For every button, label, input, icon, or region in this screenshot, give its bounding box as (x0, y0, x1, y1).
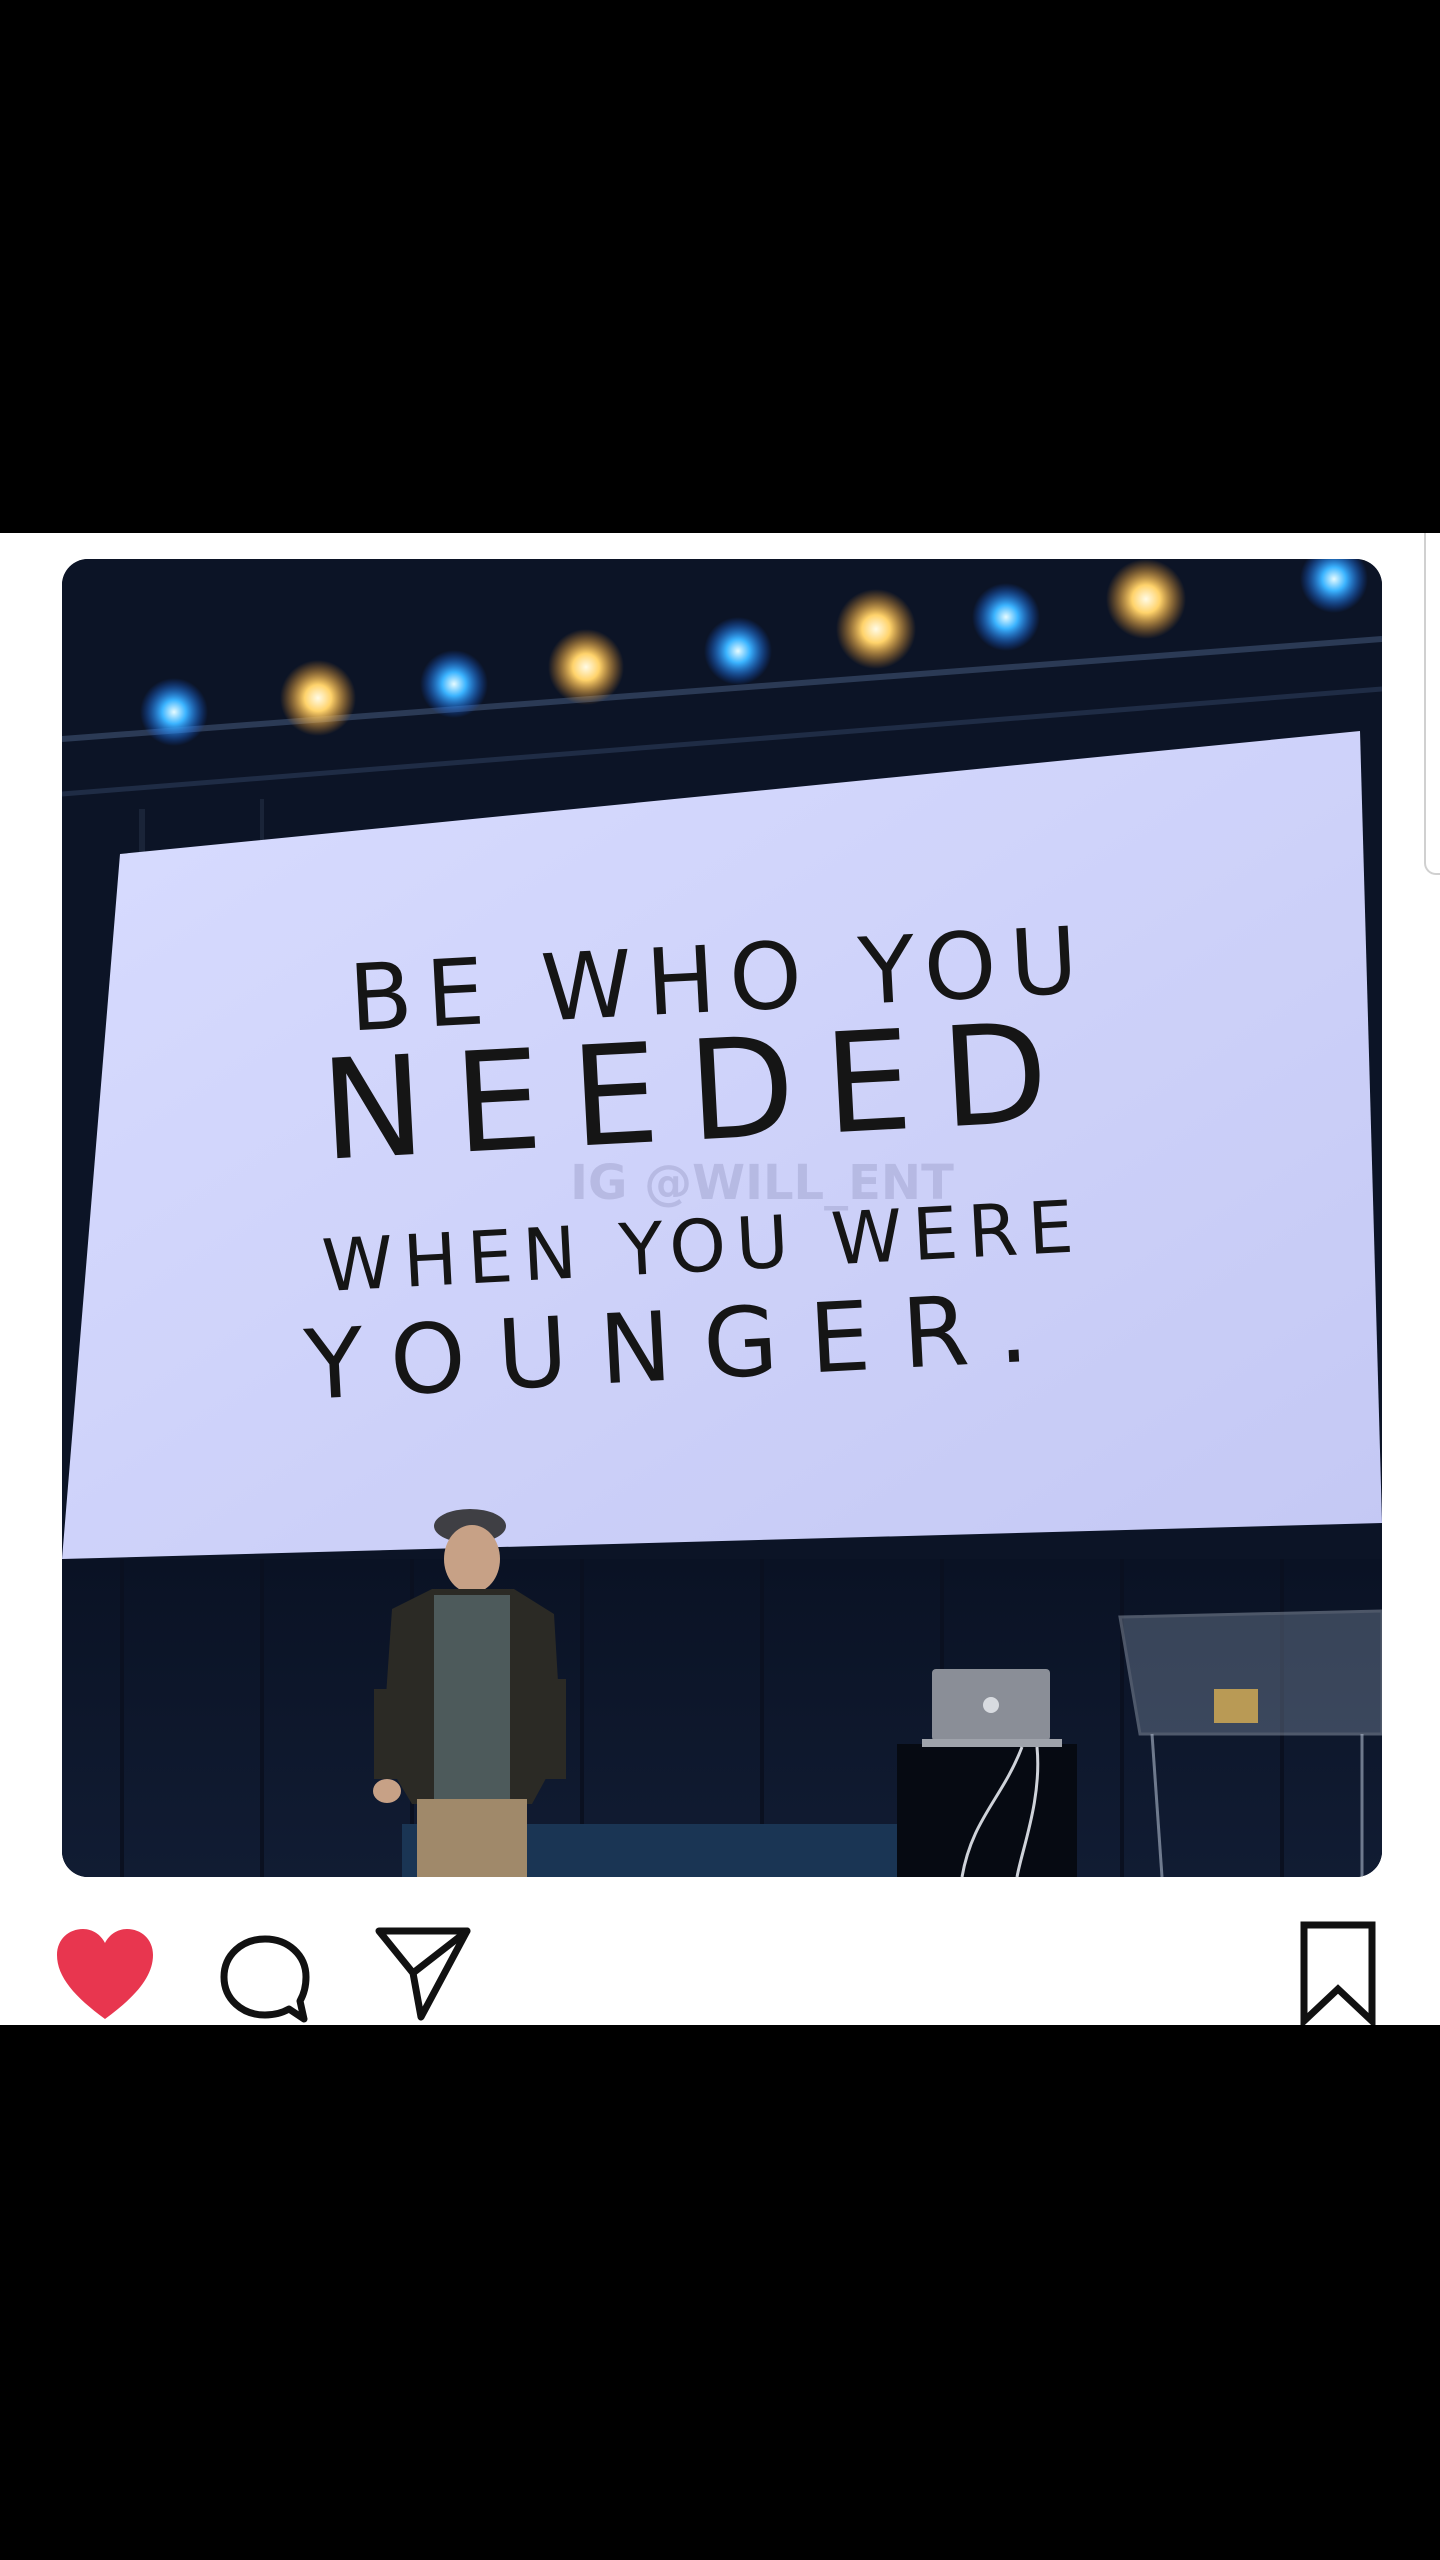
save-button[interactable] (1298, 1921, 1378, 2025)
top-black-bar (0, 0, 1440, 533)
comment-button[interactable] (218, 1933, 312, 2025)
post-image[interactable]: BE WHO YOU NEEDED WHEN YOU WERE YOUNGER.… (62, 559, 1382, 1877)
bottom-black-bar (0, 2025, 1440, 2560)
post-card: BE WHO YOU NEEDED WHEN YOU WERE YOUNGER.… (0, 533, 1440, 2025)
like-button[interactable] (55, 1927, 155, 2025)
watermark: IG @WILL_ENT (570, 1155, 954, 1211)
post-action-bar (0, 1921, 1440, 2025)
heart-icon (57, 1929, 153, 2019)
share-icon (375, 1927, 471, 2021)
bookmark-icon (1300, 1921, 1376, 2025)
share-button[interactable] (375, 1927, 471, 2023)
scroll-indicator (1424, 533, 1440, 875)
comment-icon (220, 1935, 310, 2023)
